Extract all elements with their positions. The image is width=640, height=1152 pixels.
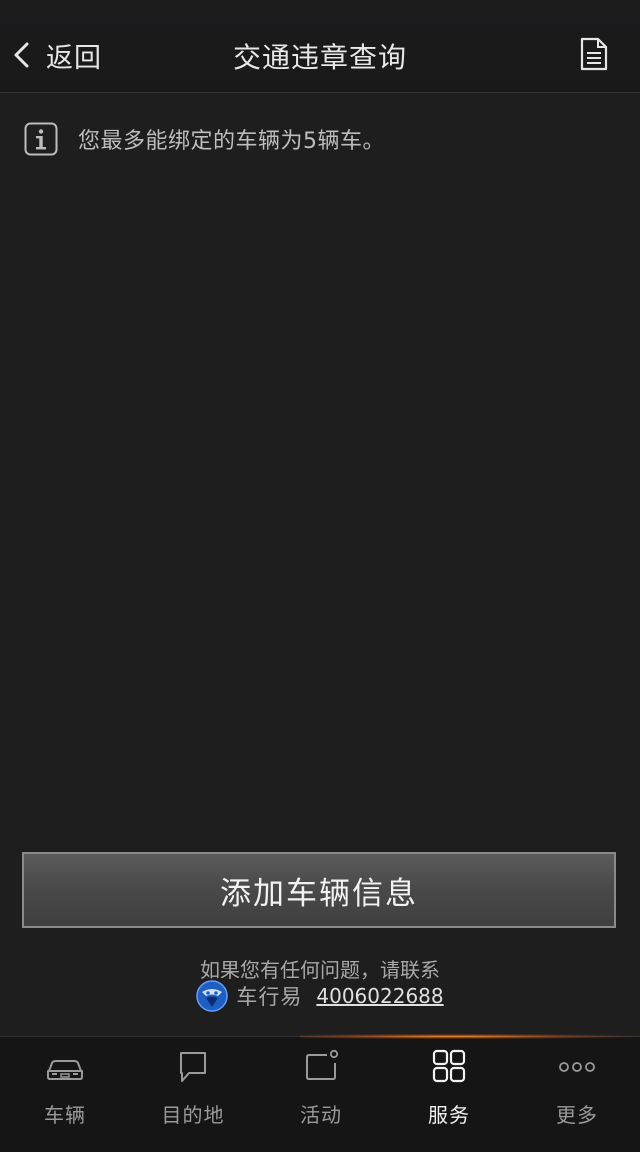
app-root: 返回 交通违章查询 您最多能绑定的车辆为5辆车。 添加车辆信息 如果您有任何问题… xyxy=(0,0,640,1152)
contact-prompt: 如果您有任何问题，请联系 xyxy=(200,958,440,982)
contact-row: 车行易 4006022688 xyxy=(0,980,640,1012)
tab-label: 目的地 xyxy=(161,1103,225,1127)
brand-name: 车行易 xyxy=(236,985,303,1009)
more-dots-icon xyxy=(559,1062,595,1072)
tab-label: 更多 xyxy=(556,1103,598,1127)
tab-service[interactable]: 服务 xyxy=(385,1049,513,1145)
bottom-tab-bar: 车辆 目的地 活动 服务 更多 xyxy=(0,1034,640,1152)
chat-bubble-icon xyxy=(180,1052,206,1082)
activity-icon xyxy=(306,1049,339,1080)
document-icon xyxy=(580,37,608,71)
tab-label: 服务 xyxy=(428,1103,470,1127)
binding-limit-notice: 您最多能绑定的车辆为5辆车。 xyxy=(24,122,385,156)
document-button[interactable] xyxy=(580,37,608,71)
add-vehicle-button[interactable]: 添加车辆信息 xyxy=(22,852,616,928)
brand-logo-icon xyxy=(196,980,229,1012)
header-bar: 返回 交通违章查询 xyxy=(0,0,640,93)
tab-bar-glow xyxy=(300,1034,640,1039)
tab-label: 车辆 xyxy=(44,1103,86,1127)
car-icon xyxy=(47,1060,83,1080)
tab-label: 活动 xyxy=(300,1103,342,1127)
tab-vehicle[interactable]: 车辆 xyxy=(1,1049,129,1145)
tab-activity[interactable]: 活动 xyxy=(257,1049,385,1145)
phone-link[interactable]: 4006022688 xyxy=(316,984,443,1008)
info-icon xyxy=(24,122,58,156)
grid-icon xyxy=(432,1049,466,1083)
notice-text: 您最多能绑定的车辆为5辆车。 xyxy=(78,129,385,154)
tab-destination[interactable]: 目的地 xyxy=(129,1049,257,1145)
tab-more[interactable]: 更多 xyxy=(513,1049,640,1145)
page-title: 交通违章查询 xyxy=(232,41,407,74)
